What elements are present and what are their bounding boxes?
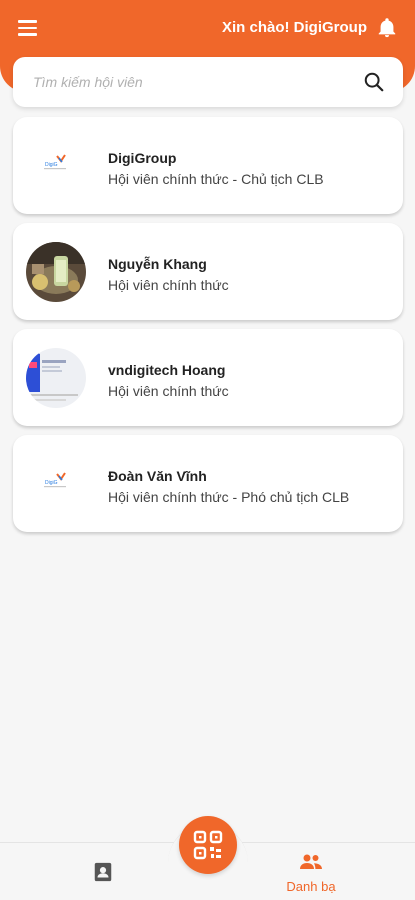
search-input[interactable] bbox=[33, 57, 353, 107]
member-name: Nguyễn Khang bbox=[108, 256, 207, 272]
member-card[interactable]: Nguyễn Khang Hội viên chính thức bbox=[13, 223, 403, 320]
greeting-text: Xin chào! DigiGroup bbox=[222, 19, 367, 36]
member-name: vndigitech Hoang bbox=[108, 362, 226, 378]
digigroup-logo-icon: DigiG bbox=[26, 136, 86, 196]
tab-contacts-label: Danh bạ bbox=[286, 879, 336, 894]
member-card[interactable]: vndigitech Hoang Hội viên chính thức bbox=[13, 329, 403, 426]
qr-scan-button[interactable] bbox=[179, 816, 237, 874]
group-icon bbox=[300, 854, 322, 869]
screenshot-thumbnail-icon bbox=[26, 348, 86, 408]
member-role: Hội viên chính thức bbox=[108, 383, 229, 399]
digigroup-logo-icon: DigiG bbox=[26, 454, 86, 514]
avatar bbox=[26, 348, 86, 408]
svg-text:DigiG: DigiG bbox=[45, 480, 58, 486]
member-card[interactable]: DigiG Đoàn Văn Vĩnh Hội viên chính thức … bbox=[13, 435, 403, 532]
member-list: DigiG DigiGroup Hội viên chính thức - Ch… bbox=[13, 117, 403, 541]
member-role: Hội viên chính thức - Chủ tịch CLB bbox=[108, 171, 324, 187]
member-name: DigiGroup bbox=[108, 150, 177, 166]
avatar: DigiG bbox=[26, 454, 86, 514]
member-role: Hội viên chính thức - Phó chủ tịch CLB bbox=[108, 489, 350, 505]
svg-text:DigiG: DigiG bbox=[45, 162, 58, 168]
menu-icon[interactable] bbox=[18, 17, 40, 39]
bell-icon[interactable] bbox=[376, 16, 398, 40]
member-name: Đoàn Văn Vĩnh bbox=[108, 468, 207, 484]
avatar: DigiG bbox=[26, 136, 86, 196]
qr-code-icon bbox=[193, 830, 223, 860]
avatar bbox=[26, 242, 86, 302]
search-bar bbox=[13, 57, 403, 107]
profile-icon[interactable] bbox=[92, 861, 114, 883]
member-role: Hội viên chính thức bbox=[108, 277, 229, 293]
member-card[interactable]: DigiG DigiGroup Hội viên chính thức - Ch… bbox=[13, 117, 403, 214]
photo-icon bbox=[26, 242, 86, 302]
tab-contacts[interactable]: Danh bạ bbox=[276, 853, 346, 894]
search-icon[interactable] bbox=[363, 71, 385, 93]
